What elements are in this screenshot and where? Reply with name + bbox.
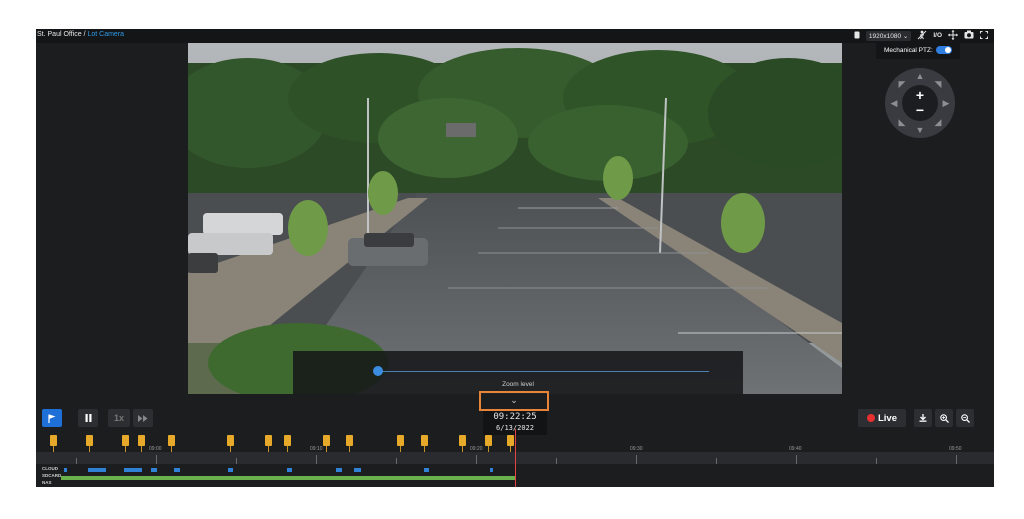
cloud-recording-segment[interactable] — [151, 468, 157, 472]
video-feed[interactable] — [188, 43, 842, 394]
live-dot-icon — [866, 414, 875, 422]
bookmark-marker[interactable] — [459, 435, 466, 453]
zoom-level-label: Zoom level — [502, 381, 534, 388]
minor-tick — [396, 458, 397, 464]
zoom-in-icon — [939, 413, 949, 423]
download-icon — [919, 414, 927, 422]
minor-tick — [716, 458, 717, 464]
ptz-toggle[interactable] — [936, 46, 952, 54]
ptz-joystick[interactable]: ▲ ▼ ◀ ▶ ◤ ◥ ◣ ◢ + − — [885, 68, 955, 138]
bookmark-marker[interactable] — [265, 435, 272, 453]
speed-button[interactable]: 1x — [108, 409, 130, 427]
cloud-recording-segment[interactable] — [287, 468, 292, 472]
major-tick — [796, 455, 797, 464]
cloud-recording-segment[interactable] — [88, 468, 106, 472]
bookmark-marker[interactable] — [122, 435, 129, 453]
timestamp-time: 09:22:25 — [493, 412, 537, 422]
resolution-select[interactable]: 1920x1080 ⌄ — [865, 31, 912, 41]
timeline-zoom-in-button[interactable] — [935, 409, 953, 427]
camera-snapshot-icon[interactable] — [964, 30, 974, 42]
ptz-zoom-control: + − — [902, 85, 938, 121]
bookmark-marker[interactable] — [284, 435, 291, 453]
timeline-zoom-out-button[interactable] — [956, 409, 974, 427]
toolbar: 1920x1080 ⌄ I/O — [854, 29, 988, 43]
breadcrumb: St. Paul Office / Lot Camera — [37, 31, 124, 38]
playhead[interactable] — [515, 429, 516, 487]
cloud-recording-segment[interactable] — [64, 468, 67, 472]
major-tick — [316, 455, 317, 464]
breadcrumb-location[interactable]: St. Paul Office — [37, 31, 82, 38]
major-tick — [476, 455, 477, 464]
ptz-right-icon[interactable]: ▶ — [941, 99, 951, 108]
minor-tick — [876, 458, 877, 464]
pause-button[interactable] — [78, 409, 98, 427]
bookmark-marker[interactable] — [485, 435, 492, 453]
ptz-label: Mechanical PTZ: — [884, 47, 933, 54]
major-tick — [956, 455, 957, 464]
bookmark-marker[interactable] — [86, 435, 93, 453]
ptz-zoom-out-button[interactable]: − — [902, 103, 938, 117]
ptz-move-icon[interactable] — [948, 29, 958, 43]
bookmark-marker[interactable] — [507, 435, 514, 453]
zoom-panel: Zoom level — [293, 351, 743, 394]
zoom-slider-thumb[interactable] — [373, 366, 383, 376]
cloud-recording-segment[interactable] — [228, 468, 233, 472]
fast-forward-icon — [138, 414, 148, 422]
track-label-sdcard: SDCARD — [42, 473, 62, 478]
live-label: Live — [877, 412, 897, 424]
download-button[interactable] — [914, 409, 932, 427]
flag-button[interactable] — [42, 409, 62, 427]
zoom-slider-track[interactable] — [379, 371, 709, 372]
live-button[interactable]: Live — [858, 409, 906, 427]
bookmark-marker[interactable] — [168, 435, 175, 453]
ptz-up-icon[interactable]: ▲ — [915, 72, 925, 81]
no-motion-icon[interactable] — [917, 30, 927, 43]
cloud-recording-segment[interactable] — [354, 468, 361, 472]
cloud-recording-segment[interactable] — [124, 468, 142, 472]
breadcrumb-camera[interactable]: Lot Camera — [87, 31, 124, 38]
ptz-left-icon[interactable]: ◀ — [889, 99, 899, 108]
parking-lot-scene — [188, 43, 842, 394]
top-bar: St. Paul Office / Lot Camera 1920x1080 ⌄… — [36, 29, 994, 43]
io-icon[interactable]: I/O — [933, 31, 942, 41]
track-label-cloud: CLOUD — [42, 466, 58, 471]
cloud-recording-segment[interactable] — [424, 468, 429, 472]
camera-viewer: St. Paul Office / Lot Camera 1920x1080 ⌄… — [36, 29, 994, 487]
minor-tick — [76, 458, 77, 464]
ptz-down-right-icon[interactable]: ◢ — [933, 118, 943, 127]
bookmark-marker[interactable] — [421, 435, 428, 453]
pause-icon — [85, 414, 91, 422]
fullscreen-icon[interactable] — [980, 30, 988, 42]
cloud-recording-segment[interactable] — [336, 468, 342, 472]
flag-icon — [48, 414, 56, 423]
ptz-down-left-icon[interactable]: ◣ — [897, 118, 907, 127]
bookmark-marker[interactable] — [346, 435, 353, 453]
bookmark-marker[interactable] — [397, 435, 404, 453]
timeline[interactable]: 09:00 09:10 09:20 09:30 09:40 09:50 CLOU… — [36, 429, 994, 487]
major-tick — [636, 455, 637, 464]
bookmark-marker[interactable] — [323, 435, 330, 453]
bookmark-marker[interactable] — [138, 435, 145, 453]
bookmark-marker[interactable] — [50, 435, 57, 453]
zoom-out-icon — [960, 413, 970, 423]
resolution-value: 1920x1080 — [868, 33, 902, 40]
device-icon[interactable] — [854, 31, 860, 42]
fast-forward-button[interactable] — [133, 409, 153, 427]
ptz-zoom-in-button[interactable]: + — [902, 88, 938, 102]
sdcard-recording-bar[interactable] — [61, 476, 515, 480]
minor-tick — [236, 458, 237, 464]
minor-tick — [556, 458, 557, 464]
major-tick — [156, 455, 157, 464]
cloud-recording-segment[interactable] — [490, 468, 493, 472]
ptz-panel: Mechanical PTZ: — [876, 43, 960, 59]
track-label-nas: NAS — [42, 480, 52, 485]
cloud-recording-segment[interactable] — [174, 468, 180, 472]
zoom-collapse-chevron-icon[interactable]: ⌄ — [479, 391, 549, 411]
bookmark-marker[interactable] — [227, 435, 234, 453]
ptz-down-icon[interactable]: ▼ — [915, 126, 925, 135]
